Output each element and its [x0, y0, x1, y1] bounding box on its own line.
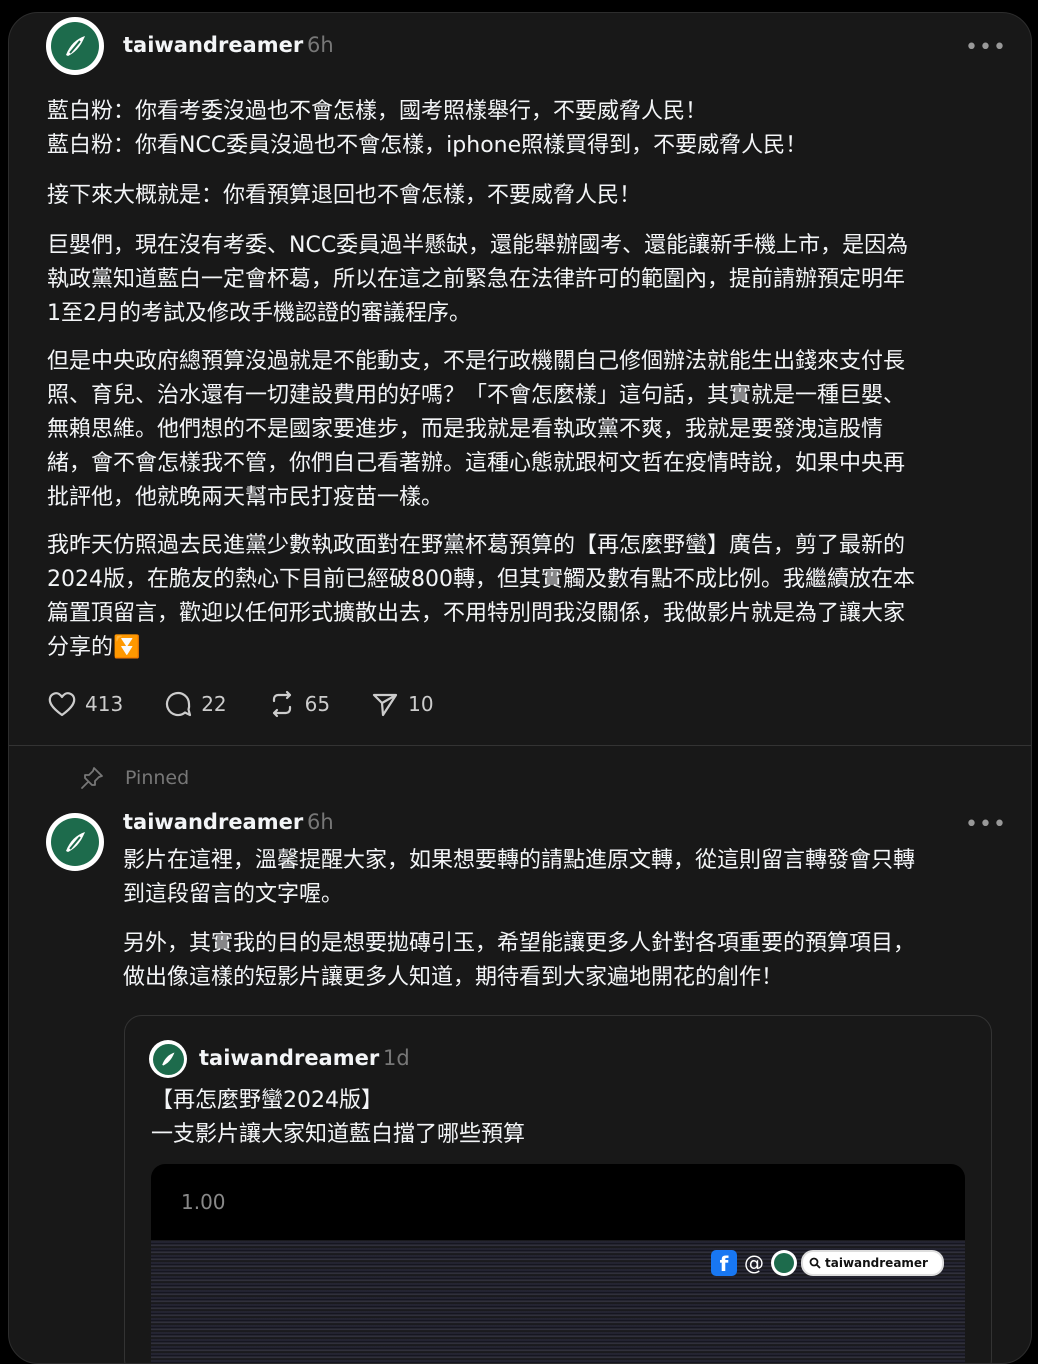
feed-card: taiwandreamer 6h ••• 藍白粉：你看考委沒過也不會怎樣，國考照…: [8, 12, 1032, 1364]
pin-icon: [81, 767, 103, 789]
share-button[interactable]: 10: [370, 689, 434, 719]
comment-icon: [166, 691, 192, 717]
user-avatar[interactable]: [46, 17, 104, 75]
avatar-logo-icon: [51, 818, 99, 866]
post-paragraph-5: 我昨天仿照過去民進黨少數執政面對在野黨杯葛預算的【再怎麼野蠻】廣告，剪了最新的 2…: [47, 533, 915, 660]
video-overlay-branding: f @ taiwandreamer: [711, 1250, 944, 1276]
pinned-label: Pinned: [79, 765, 189, 791]
repost-icon: [272, 690, 291, 718]
pinned-text: Pinned: [125, 767, 190, 789]
like-button[interactable]: 413: [47, 690, 123, 718]
quoted-avatar[interactable]: [149, 1040, 187, 1078]
reply-more-options-icon[interactable]: •••: [965, 812, 1007, 837]
reply-avatar[interactable]: [46, 813, 104, 871]
heart-icon: [48, 692, 76, 717]
threads-icon: @: [744, 1251, 764, 1275]
overlay-search-pill: taiwandreamer: [801, 1250, 944, 1276]
send-icon: [372, 693, 398, 717]
quoted-time: 1d: [383, 1046, 410, 1070]
post-username[interactable]: taiwandreamer: [123, 33, 303, 57]
quoted-username[interactable]: taiwandreamer: [199, 1046, 379, 1070]
overlay-avatar-icon: [771, 1250, 797, 1276]
post-time: 6h: [307, 33, 334, 57]
facebook-icon: f: [711, 1250, 737, 1276]
divider: [9, 745, 1031, 746]
playback-speed[interactable]: 1.00: [181, 1190, 226, 1214]
repost-count: 65: [304, 692, 331, 716]
like-count: 413: [85, 692, 124, 716]
repost-button[interactable]: 65: [267, 689, 330, 719]
post-actions: 413 22 65 10: [47, 688, 474, 720]
post-paragraph-4: 但是中央政府總預算沒過就是不能動支，不是行政機關自己修個辦法就能生出錢來支付長照…: [47, 349, 906, 510]
reply-paragraph-2: 另外，其實我的目的是想要拋磚引玉，希望能讓更多人針對各項重要的預算項目， 做出像這…: [123, 931, 916, 990]
post-paragraph-3: 巨嬰們，現在沒有考委、NCC委員過半懸缺，還能舉辦國考、還能讓新手機上市，是因為…: [47, 233, 909, 326]
avatar-logo-icon: [152, 1043, 184, 1075]
post-paragraph-2: 接下來大概就是：你看預算退回也不會怎樣，不要威脅人民！: [47, 183, 642, 208]
reply-paragraph-1: 影片在這裡，溫馨提醒大家，如果想要轉的請點進原文轉，從這則留言轉發會只轉 到這段留…: [123, 848, 916, 907]
video-player[interactable]: 1.00 f @ taiwandreamer: [151, 1164, 965, 1363]
post-paragraph-1: 藍白粉：你看考委沒過也不會怎樣，國考照樣舉行，不要威脅人民！ 藍白粉：你看NCC委…: [47, 99, 808, 158]
quoted-text: 【再怎麼野蠻2024版】 一支影片讓大家知道藍白擋了哪些預算: [151, 1088, 526, 1147]
more-options-icon[interactable]: •••: [965, 35, 1007, 60]
reply-button[interactable]: 22: [163, 689, 227, 719]
avatar-logo-icon: [51, 22, 99, 70]
reply-username[interactable]: taiwandreamer: [123, 810, 303, 834]
quoted-post[interactable]: taiwandreamer 1d 【再怎麼野蠻2024版】 一支影片讓大家知道藍白…: [124, 1015, 992, 1363]
reply-count: 22: [201, 692, 227, 716]
search-icon: [809, 1257, 821, 1269]
reply-time: 6h: [307, 810, 334, 834]
share-count: 10: [408, 692, 434, 716]
overlay-search-text: taiwandreamer: [825, 1256, 928, 1270]
